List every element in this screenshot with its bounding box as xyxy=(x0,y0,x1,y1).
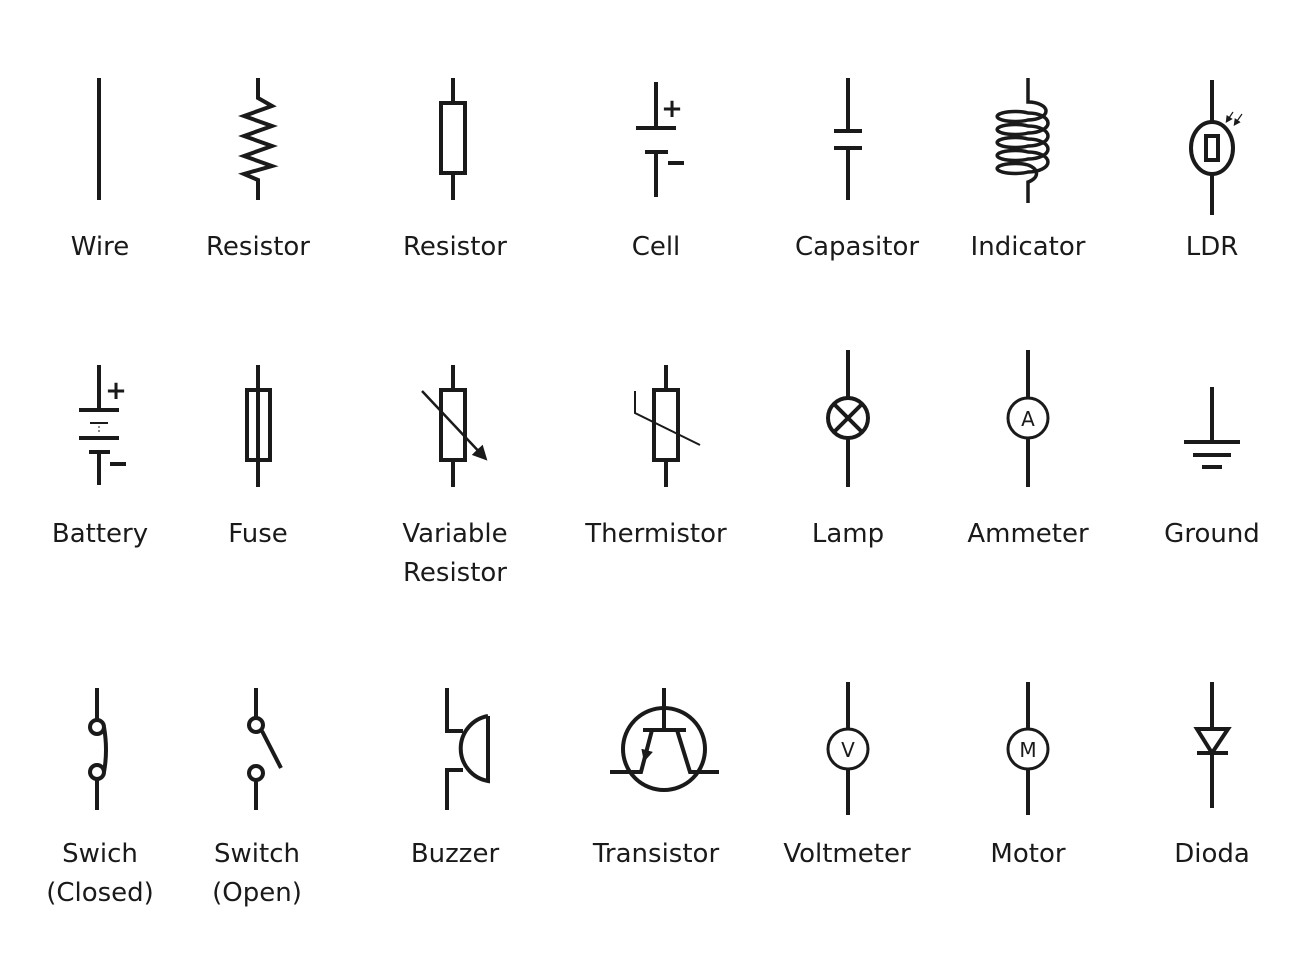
diode-symbol xyxy=(1193,682,1232,808)
capacitor-symbol xyxy=(834,78,862,200)
transistor-symbol xyxy=(610,688,719,792)
ammeter-letter: A xyxy=(1021,407,1035,431)
label-lamp: Lamp xyxy=(811,519,885,549)
resistor-box-symbol xyxy=(439,78,467,200)
fuse-symbol xyxy=(245,365,272,487)
indicator-symbol xyxy=(995,78,1050,203)
label-fuse: Fuse xyxy=(228,519,288,549)
label-ammeter: Ammeter xyxy=(967,519,1089,549)
label-switch-open: Switch (Open) xyxy=(212,839,302,908)
label-capacitor: Capasitor xyxy=(794,232,920,262)
motor-symbol: M xyxy=(1006,682,1050,815)
label-indicator: Indicator xyxy=(970,232,1086,262)
ground-symbol xyxy=(1184,387,1240,469)
variable-resistor-symbol xyxy=(421,365,488,487)
lamp-symbol xyxy=(826,350,870,487)
voltmeter-symbol: V xyxy=(826,682,870,815)
symbols-canvas: + + A V M xyxy=(79,78,1243,815)
circuit-symbols-chart: + + A V M Wire Resistor Resistor Cell Ca… xyxy=(0,0,1307,980)
voltmeter-letter: V xyxy=(841,738,855,762)
label-motor: Motor xyxy=(990,839,1066,869)
label-voltmeter: Voltmeter xyxy=(783,839,911,869)
ammeter-symbol: A xyxy=(1006,350,1050,487)
thermistor-symbol xyxy=(634,365,701,487)
label-variable-resistor: Variable Resistor xyxy=(402,519,508,588)
battery-symbol: + xyxy=(79,365,127,485)
label-transistor: Transistor xyxy=(592,839,720,869)
plus-sign: + xyxy=(661,94,683,124)
label-ground: Ground xyxy=(1164,519,1260,549)
buzzer-symbol xyxy=(445,688,490,810)
label-resistor-box: Resistor xyxy=(403,232,507,262)
switch-open-symbol xyxy=(247,688,283,810)
label-resistor-zigzag: Resistor xyxy=(206,232,310,262)
resistor-zigzag-symbol xyxy=(238,78,279,200)
label-ldr: LDR xyxy=(1185,232,1239,262)
label-buzzer: Buzzer xyxy=(410,839,500,869)
label-diode: Dioda xyxy=(1174,839,1250,869)
switch-closed-symbol xyxy=(88,688,108,810)
motor-letter: M xyxy=(1019,738,1036,762)
plus-sign: + xyxy=(105,376,127,406)
label-cell: Cell xyxy=(631,232,681,262)
ldr-symbol xyxy=(1189,80,1243,215)
label-thermistor: Thermistor xyxy=(585,519,727,549)
cell-symbol: + xyxy=(636,82,684,197)
